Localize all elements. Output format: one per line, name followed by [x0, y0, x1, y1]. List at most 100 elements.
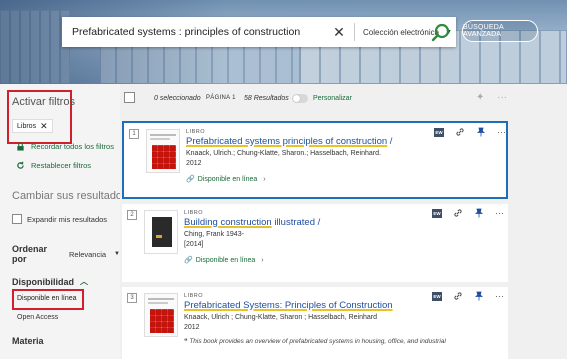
more-icon[interactable]: ···	[497, 128, 506, 137]
result-year: 2012	[184, 324, 200, 331]
facet-open-access[interactable]: Open Access	[17, 314, 58, 321]
availability-heading: Disponibilidad	[12, 276, 74, 287]
personalize-toggle[interactable]	[292, 94, 308, 103]
more-icon[interactable]: ···	[495, 209, 504, 218]
availability-facet-header[interactable]: Disponibilidad ︿	[12, 276, 88, 287]
chevron-up-icon[interactable]: ︿	[80, 276, 88, 287]
pin-icon[interactable]	[476, 127, 486, 137]
result-authors: Knaack, Ulrich ; Chung-Klatte, Sharon ; …	[184, 314, 377, 321]
link-icon: 🔗	[186, 176, 195, 183]
results-area: 0 seleccionado PÁGINA 1 58 Resultados Pe…	[120, 84, 567, 359]
easyweb-icon[interactable]: EW	[432, 291, 442, 301]
result-actions: EW ···	[434, 127, 506, 137]
result-actions: EW ···	[432, 291, 504, 301]
chevron-right-icon: ›	[263, 175, 266, 183]
cover-graphic	[150, 309, 174, 333]
availability-link[interactable]: 🔗 Disponible en línea ›	[184, 256, 264, 265]
book-cover[interactable]	[144, 293, 178, 337]
result-title-text[interactable]: illustrated	[272, 217, 315, 228]
advanced-search-button[interactable]: BÚSQUEDA AVANZADA	[462, 20, 538, 42]
search-input[interactable]: Prefabricated systems : principles of co…	[62, 26, 330, 38]
result-number[interactable]: 2	[127, 210, 137, 220]
facet-available-online[interactable]: Disponible en línea	[17, 295, 77, 302]
result-title-link[interactable]: Prefabricated Systems: Principles of Con…	[184, 300, 393, 311]
pin-icon[interactable]	[474, 208, 484, 218]
cover-title-line	[148, 298, 174, 300]
result-description-text: This book provides an overview of prefab…	[189, 338, 446, 345]
reset-filters-label: Restablecer filtros	[31, 161, 92, 170]
permalink-icon[interactable]	[453, 208, 463, 218]
result-actions: EW ···	[432, 208, 504, 218]
expand-results-option[interactable]: Expandir mis resultados	[12, 214, 107, 224]
search-icon[interactable]	[430, 22, 452, 44]
link-icon: 🔗	[184, 257, 193, 264]
remember-filters-link[interactable]: Recordar todos los filtros	[16, 142, 114, 151]
title-highlight[interactable]: construction	[218, 217, 271, 228]
availability-label: Disponible en línea	[197, 175, 258, 183]
results-count: 58 Resultados	[244, 95, 289, 102]
filter-chip-label: Libros	[17, 122, 37, 130]
easyweb-icon[interactable]: EW	[432, 208, 442, 218]
result-title-text[interactable]: Prefabricated Systems: Principles of Con…	[184, 300, 393, 311]
cover-title-line	[150, 134, 176, 136]
page-indicator: PÁGINA 1	[206, 95, 236, 101]
resource-type: LIBRO	[184, 293, 204, 299]
reset-filters-link[interactable]: Restablecer filtros	[16, 161, 91, 170]
expand-results-label: Expandir mis resultados	[27, 214, 108, 224]
close-icon[interactable]: ✕	[330, 24, 348, 41]
active-filters-heading: Activar filtros	[12, 96, 75, 108]
permalink-icon[interactable]	[455, 127, 465, 137]
subject-facet-heading[interactable]: Materia	[12, 336, 44, 346]
filter-chip-libros[interactable]: Libros ✕	[12, 119, 53, 133]
personalize-label[interactable]: Personalizar	[313, 95, 352, 102]
cover-graphic	[152, 145, 176, 169]
result-authors: Ching, Frank 1943-	[184, 231, 244, 238]
result-card[interactable]: 3 LIBRO Prefabricated Systems: Principle…	[122, 287, 508, 359]
title-separator: /	[315, 217, 321, 228]
cover-title-line	[148, 302, 168, 304]
result-number[interactable]: 3	[127, 293, 137, 303]
close-icon[interactable]: ✕	[40, 121, 48, 131]
easyweb-icon[interactable]: EW	[434, 127, 444, 137]
results-toolbar: 0 seleccionado PÁGINA 1 58 Resultados Pe…	[120, 84, 567, 114]
sort-by-control[interactable]: Ordenar por Relevancia ▼	[12, 244, 120, 264]
remember-filters-label: Recordar todos los filtros	[31, 142, 114, 151]
title-separator: /	[387, 136, 393, 147]
result-card[interactable]: 1 LIBRO Prefabricated systems principles…	[122, 121, 508, 199]
result-number[interactable]: 1	[129, 129, 139, 139]
lock-icon	[17, 142, 24, 151]
result-title-link[interactable]: Prefabricated systems principles of cons…	[186, 136, 392, 147]
result-title-text[interactable]: Prefabricated systems principles of cons…	[186, 136, 387, 147]
search-bar: Prefabricated systems : principles of co…	[62, 17, 456, 47]
sort-by-label: Ordenar por	[12, 244, 48, 264]
header-banner: Prefabricated systems : principles of co…	[0, 0, 567, 84]
resource-type: LIBRO	[186, 129, 206, 135]
resource-type: LIBRO	[184, 210, 204, 216]
cover-title-line	[150, 138, 170, 140]
filters-sidebar: Activar filtros Libros ✕ Recordar todos …	[0, 84, 128, 359]
more-icon[interactable]: ···	[497, 92, 507, 103]
availability-link[interactable]: 🔗 Disponible en línea ›	[186, 175, 266, 184]
sort-by-value[interactable]: Relevancia	[69, 250, 106, 259]
pin-icon[interactable]: ✦	[476, 92, 484, 103]
chevron-right-icon: ›	[261, 256, 264, 264]
select-all-checkbox[interactable]	[124, 92, 135, 103]
permalink-icon[interactable]	[453, 291, 463, 301]
expand-results-checkbox[interactable]	[12, 214, 22, 224]
more-icon[interactable]: ···	[495, 292, 504, 301]
title-highlight[interactable]: Building	[184, 217, 218, 228]
result-year: [2014]	[184, 241, 204, 248]
result-description: ❝ This book provides an overview of pref…	[184, 337, 446, 345]
result-authors: Knaack, Ulrich.; Chung-Klatte, Sharon.; …	[186, 150, 381, 157]
change-results-heading: Cambiar sus resultados	[12, 190, 128, 202]
cover-graphic	[152, 217, 172, 247]
result-card[interactable]: 2 LIBRO Building construction illustrate…	[122, 204, 508, 282]
pin-icon[interactable]	[474, 291, 484, 301]
availability-label: Disponible en línea	[195, 256, 256, 264]
reset-icon	[17, 161, 24, 169]
selected-count: 0 seleccionado	[154, 95, 201, 102]
result-title-link[interactable]: Building construction illustrated /	[184, 217, 320, 228]
book-cover[interactable]	[144, 210, 178, 254]
result-year: 2012	[186, 160, 202, 167]
book-cover[interactable]	[146, 129, 180, 173]
